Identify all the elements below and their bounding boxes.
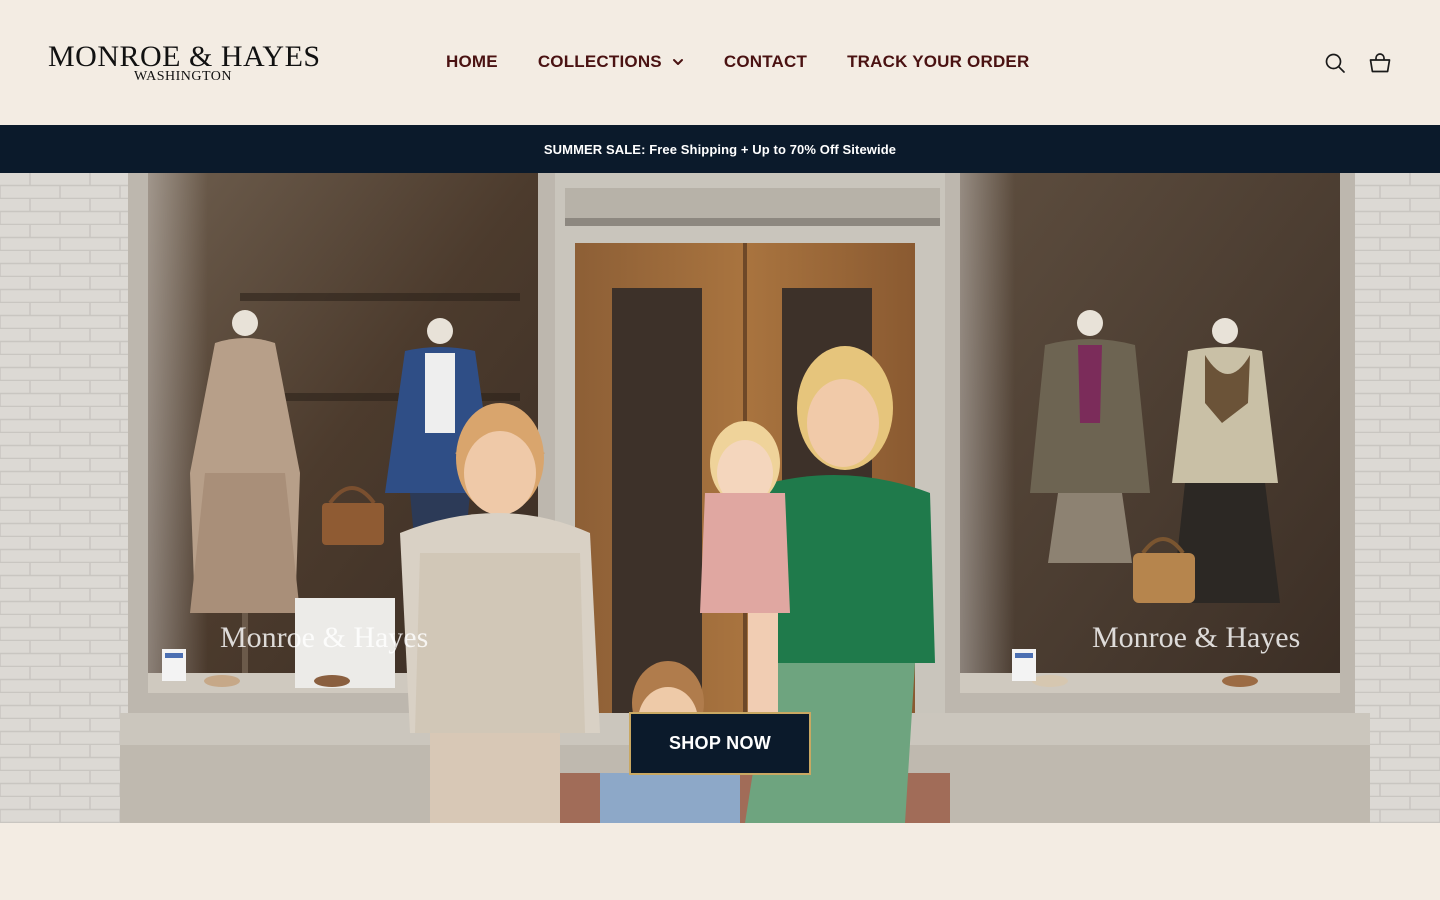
- page-content-start: [0, 823, 1440, 900]
- main-nav: HOME COLLECTIONS CONTACT TRACK YOUR ORDE…: [446, 50, 1029, 74]
- window-sign-right: Monroe & Hayes: [1092, 621, 1301, 654]
- nav-item-home[interactable]: HOME: [446, 52, 498, 72]
- nav-item-contact[interactable]: CONTACT: [724, 52, 807, 72]
- nav-item-label: COLLECTIONS: [537, 52, 662, 71]
- chevron-down-icon: [672, 59, 683, 65]
- announcement-text: SUMMER SALE: Free Shipping + Up to 70% O…: [543, 141, 897, 157]
- nav-item-collections[interactable]: COLLECTIONS: [538, 52, 684, 72]
- site-header: MONROE & HAYES WASHINGTON HOME COLLECTIO…: [0, 0, 1440, 125]
- header-actions: [1302, 51, 1392, 75]
- cart-icon[interactable]: [1368, 51, 1392, 75]
- search-icon[interactable]: [1323, 51, 1347, 75]
- nav-item-label: HOME: [446, 52, 498, 71]
- nav-item-label: TRACK YOUR ORDER: [847, 52, 1030, 71]
- shop-now-button[interactable]: SHOP NOW: [629, 712, 811, 775]
- nav-item-label: CONTACT: [723, 52, 808, 71]
- brand-logo[interactable]: MONROE & HAYES WASHINGTON: [48, 40, 321, 84]
- window-sign-left: Monroe & Hayes: [220, 621, 429, 654]
- brand-name: MONROE & HAYES: [48, 40, 321, 73]
- announcement-bar: SUMMER SALE: Free Shipping + Up to 70% O…: [0, 125, 1440, 173]
- hero-banner: Monroe & Hayes Monroe & Hayes SHOP NOW: [0, 173, 1440, 823]
- nav-item-track-order[interactable]: TRACK YOUR ORDER: [847, 52, 1029, 72]
